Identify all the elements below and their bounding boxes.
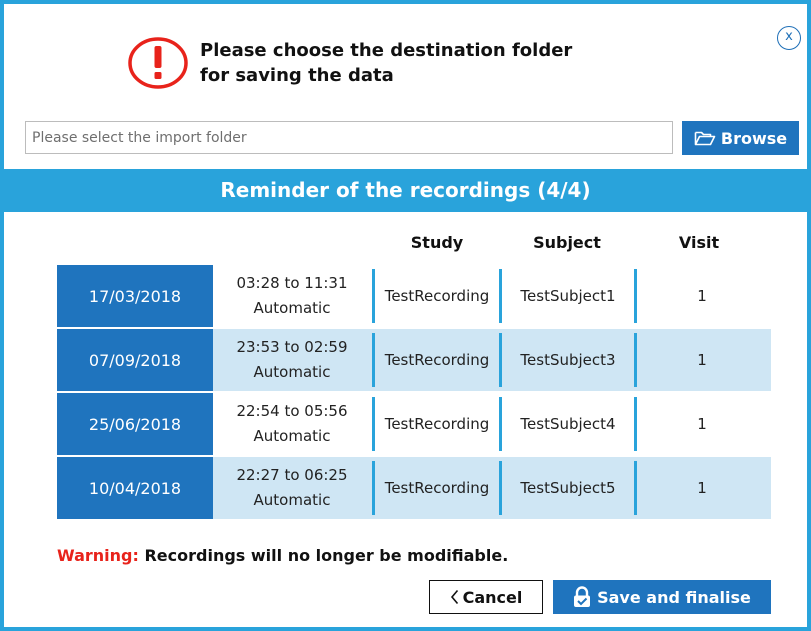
row-visit: 1: [697, 479, 707, 497]
row-mode: Automatic: [253, 491, 331, 509]
table-row: 17/03/2018 03:28 to 11:31 Automatic Test…: [57, 265, 771, 327]
row-study: TestRecording: [384, 287, 490, 305]
close-button[interactable]: x: [777, 26, 801, 50]
row-mode: Automatic: [253, 363, 331, 381]
row-date: 07/09/2018: [57, 329, 213, 391]
row-subject: TestSubject5: [520, 479, 616, 497]
table-row: 07/09/2018 23:53 to 02:59 Automatic Test…: [57, 329, 771, 391]
save-label: Save and finalise: [597, 587, 751, 607]
browse-label: Browse: [720, 128, 788, 148]
row-subject: TestSubject3: [520, 351, 616, 369]
row-date: 25/06/2018: [57, 393, 213, 455]
warning-label: Warning:: [57, 546, 139, 565]
row-time: 22:27 to 06:25: [236, 466, 348, 484]
row-date: 10/04/2018: [57, 457, 213, 519]
row-study: TestRecording: [384, 479, 490, 497]
row-subject: TestSubject1: [520, 287, 616, 305]
folder-open-icon: [694, 131, 716, 146]
title-line-2: for saving the data: [200, 65, 394, 86]
cancel-button[interactable]: Cancel: [429, 580, 543, 614]
row-time-cell: 22:27 to 06:25 Automatic: [213, 457, 371, 519]
table-row: 10/04/2018 22:27 to 06:25 Automatic Test…: [57, 457, 771, 519]
row-visit: 1: [697, 351, 707, 369]
dialog: x Please choose the destination folder f…: [0, 0, 811, 631]
row-mode: Automatic: [253, 299, 331, 317]
save-and-finalise-button[interactable]: Save and finalise: [553, 580, 771, 614]
row-time-cell: 03:28 to 11:31 Automatic: [213, 265, 371, 327]
reminder-header: Reminder of the recordings (4/4): [4, 169, 807, 212]
row-study: TestRecording: [384, 415, 490, 433]
dialog-title: Please choose the destination folder for…: [200, 38, 670, 88]
close-icon: x: [785, 29, 793, 44]
column-header-subject: Subject: [533, 233, 601, 252]
browse-button[interactable]: Browse: [682, 121, 799, 155]
column-header-visit: Visit: [678, 233, 720, 252]
title-line-1: Please choose the destination folder: [200, 40, 573, 61]
row-time: 22:54 to 05:56: [236, 402, 348, 420]
row-visit: 1: [697, 287, 707, 305]
row-mode: Automatic: [253, 427, 331, 445]
row-time-cell: 22:54 to 05:56 Automatic: [213, 393, 371, 455]
cancel-label: Cancel: [462, 587, 523, 607]
import-folder-input[interactable]: [25, 121, 673, 154]
warning-message: Warning: Recordings will no longer be mo…: [57, 546, 508, 565]
row-time-cell: 23:53 to 02:59 Automatic: [213, 329, 371, 391]
row-date: 17/03/2018: [57, 265, 213, 327]
row-time: 03:28 to 11:31: [236, 274, 348, 292]
table-row: 25/06/2018 22:54 to 05:56 Automatic Test…: [57, 393, 771, 455]
row-visit: 1: [697, 415, 707, 433]
exclamation-circle-icon: [128, 37, 188, 89]
row-time: 23:53 to 02:59: [236, 338, 348, 356]
warning-text: Recordings will no longer be modifiable.: [144, 546, 509, 565]
chevron-left-icon: [450, 589, 458, 605]
row-study: TestRecording: [384, 351, 490, 369]
row-subject: TestSubject4: [520, 415, 616, 433]
lock-icon: [574, 586, 591, 607]
column-header-study: Study: [410, 233, 464, 252]
